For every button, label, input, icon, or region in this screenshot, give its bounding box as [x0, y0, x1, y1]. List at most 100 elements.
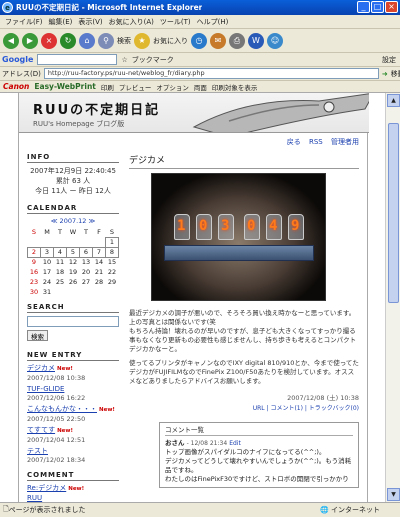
new-badge: New! — [57, 366, 73, 372]
calendar-date[interactable]: 17 — [41, 267, 54, 277]
google-settings-label[interactable]: 設定 — [382, 55, 396, 65]
favorites-button-label[interactable]: お気に入り — [153, 36, 188, 46]
calendar-date[interactable]: 11 — [54, 257, 67, 267]
calendar-date[interactable]: 4 — [53, 246, 67, 258]
calendar-date[interactable]: 28 — [93, 277, 106, 287]
calendar-date[interactable]: 12 — [67, 257, 80, 267]
calendar-date[interactable]: 27 — [80, 277, 93, 287]
calendar-date[interactable]: 22 — [106, 267, 119, 277]
favorites-icon[interactable]: ★ — [134, 32, 150, 49]
calendar-date[interactable]: 23 — [28, 277, 41, 287]
post-links[interactable]: URL | コメント(1) | トラックバック(0) — [129, 403, 359, 412]
scroll-up-icon[interactable]: ▲ — [387, 94, 400, 107]
minimize-button[interactable]: _ — [357, 1, 370, 13]
calendar-date[interactable]: 10 — [41, 257, 54, 267]
info-header: INFO — [27, 153, 119, 163]
calendar-day-header: M — [44, 228, 50, 236]
recent-comment-link[interactable]: Re:デジカメ — [27, 484, 66, 492]
messenger-icon[interactable]: ☺ — [267, 32, 283, 49]
mail-icon[interactable]: ✉ — [210, 32, 226, 49]
calendar-date[interactable]: 29 — [106, 277, 119, 287]
calendar-date — [93, 237, 106, 247]
calendar-date[interactable]: 25 — [54, 277, 67, 287]
zone-label: インターネット — [331, 506, 380, 514]
preview-button[interactable]: プレビュー — [119, 82, 152, 92]
calendar-date[interactable]: 14 — [93, 257, 106, 267]
google-bookmark-label[interactable]: ブックマーク — [132, 55, 174, 65]
rss-link[interactable]: RSS — [309, 138, 323, 146]
calendar-date[interactable]: 15 — [106, 257, 119, 267]
recent-comment-item: RUU — [27, 494, 119, 502]
back-icon[interactable]: ◀ — [3, 32, 19, 49]
calendar-date[interactable]: 9 — [28, 257, 41, 267]
calendar-date[interactable]: 6 — [79, 246, 93, 258]
calendar-date[interactable]: 20 — [80, 267, 93, 277]
entry-link[interactable]: てすてす — [27, 426, 55, 434]
menu-favorites[interactable]: お気に入り(A) — [106, 17, 157, 27]
calendar-date[interactable]: 21 — [93, 267, 106, 277]
calendar-date[interactable]: 8 — [105, 246, 119, 258]
window-titlebar[interactable]: e RUUの不定期日記 - Microsoft Internet Explore… — [0, 0, 400, 15]
calendar-date[interactable]: 1 — [105, 236, 119, 248]
top-links: 戻る RSS 管理者用 — [129, 137, 359, 147]
address-bar: アドレス(D) http://ruu-factory.ps/ruu-net/we… — [0, 67, 400, 81]
history-icon[interactable]: ◷ — [191, 32, 207, 49]
entry-link[interactable]: テスト — [27, 447, 48, 455]
print-icon[interactable]: ⎙ — [229, 32, 245, 49]
menu-help[interactable]: ヘルプ(H) — [194, 17, 232, 27]
calendar-date[interactable]: 31 — [41, 287, 54, 297]
entry-link[interactable]: デジカメ — [27, 364, 55, 372]
menu-edit[interactable]: 編集(E) — [46, 17, 76, 27]
menu-file[interactable]: ファイル(F) — [2, 17, 46, 27]
calendar-date[interactable]: 24 — [41, 277, 54, 287]
internet-zone: 🌐 インターネット — [320, 506, 380, 514]
google-search-input[interactable] — [37, 54, 118, 65]
edit-icon[interactable]: W — [248, 32, 264, 49]
back-link[interactable]: 戻る — [287, 138, 301, 146]
stop-icon[interactable]: × — [41, 32, 57, 49]
comment-line: トップ画像がスパイダルコのナイフになってる(^^;)。 — [165, 448, 326, 456]
calendar-date[interactable]: 13 — [80, 257, 93, 267]
vertical-scrollbar[interactable]: ▲ ▼ — [385, 93, 400, 502]
entry-link[interactable]: こんなもんかな・・・ — [27, 405, 97, 413]
calendar-date[interactable]: 30 — [28, 287, 41, 297]
go-arrow-icon[interactable]: ➜ — [382, 70, 388, 78]
calendar-date[interactable]: 5 — [66, 246, 80, 258]
home-icon[interactable]: ⌂ — [79, 32, 95, 49]
search-button[interactable]: 検索 — [27, 330, 48, 341]
comment-edit-link[interactable]: Edit — [229, 440, 241, 447]
maximize-button[interactable]: □ — [371, 1, 384, 13]
print-button[interactable]: 印刷 — [101, 82, 114, 92]
calendar-date[interactable]: 7 — [92, 246, 106, 258]
print-range-button[interactable]: 印刷対象を表示 — [212, 82, 258, 92]
post-paragraph: 使ってるプリンタがキャノンなのでIXY digital 810/910とか、今ま… — [129, 359, 359, 385]
nixie-digit: 0 — [199, 218, 208, 234]
search-input[interactable] — [27, 316, 119, 327]
search-icon[interactable]: ⚲ — [98, 32, 114, 49]
duplex-button[interactable]: 両面 — [194, 82, 207, 92]
search-box: 検索 — [27, 316, 119, 341]
calendar-date[interactable]: 26 — [67, 277, 80, 287]
calendar-date[interactable]: 18 — [54, 267, 67, 277]
status-bar: 🗋 ページが表示されました 🌐 インターネット — [0, 502, 400, 517]
close-button[interactable]: × — [385, 1, 398, 13]
menu-tools[interactable]: ツール(T) — [157, 17, 194, 27]
address-input[interactable]: http://ruu-factory.ps/ruu-net/weblog_fr/… — [43, 68, 379, 79]
refresh-icon[interactable]: ↻ — [60, 32, 76, 49]
menu-view[interactable]: 表示(V) — [75, 17, 105, 27]
entry-link[interactable]: TUF-GLIDE — [27, 385, 64, 393]
calendar-date[interactable]: 19 — [67, 267, 80, 277]
recent-comment-link[interactable]: RUU — [27, 494, 42, 502]
calendar-date[interactable]: 2 — [27, 246, 41, 258]
scroll-down-icon[interactable]: ▼ — [387, 488, 400, 501]
admin-link[interactable]: 管理者用 — [331, 138, 359, 146]
forward-icon[interactable]: ▶ — [22, 32, 38, 49]
calendar-date[interactable]: 16 — [28, 267, 41, 277]
options-button[interactable]: オプション — [156, 82, 189, 92]
google-bookmark-icon[interactable]: ☆ — [121, 56, 127, 64]
calendar-date[interactable]: 3 — [40, 246, 54, 258]
search-button-label[interactable]: 検索 — [117, 36, 131, 46]
go-button[interactable]: 移動 — [391, 69, 400, 79]
scroll-thumb[interactable] — [388, 123, 399, 303]
calendar-nav[interactable]: ≪ 2007.12 ≫ — [27, 217, 119, 225]
